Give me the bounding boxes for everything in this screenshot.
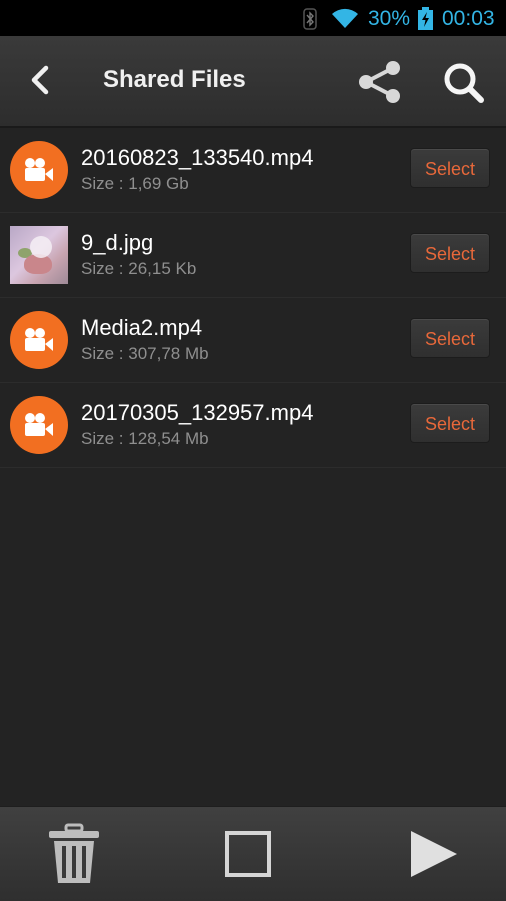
select-button[interactable]: Select [410, 233, 490, 273]
video-camera-icon [25, 413, 53, 436]
list-item[interactable]: 9_d.jpg Size : 26,15 Kb Select [0, 213, 506, 298]
list-item[interactable]: 20170305_132957.mp4 Size : 128,54 Mb Sel… [0, 383, 506, 468]
video-thumbnail [10, 311, 68, 369]
bluetooth-icon [303, 8, 317, 30]
page-title: Shared Files [103, 66, 246, 93]
search-icon [444, 63, 484, 103]
list-item[interactable]: 20160823_133540.mp4 Size : 1,69 Gb Selec… [0, 128, 506, 213]
search-button[interactable] [436, 54, 492, 110]
video-camera-icon [25, 328, 53, 351]
select-button[interactable]: Select [410, 148, 490, 188]
wifi-icon [332, 8, 358, 28]
clock: 00:03 [442, 7, 495, 30]
trash-icon [49, 823, 99, 883]
file-size: Size : 26,15 Kb [81, 259, 197, 278]
select-all-button[interactable] [215, 821, 281, 887]
play-button[interactable] [400, 821, 466, 887]
back-button[interactable] [20, 56, 60, 106]
file-name: Media2.mp4 [81, 315, 203, 340]
action-bar: Shared Files [0, 36, 506, 128]
select-button[interactable]: Select [410, 318, 490, 358]
share-icon [359, 61, 400, 103]
battery-percent: 30% [368, 7, 411, 30]
back-icon [31, 65, 49, 95]
checkbox-icon [225, 831, 271, 877]
play-icon [411, 831, 457, 877]
video-thumbnail [10, 141, 68, 199]
bottom-toolbar [0, 806, 506, 901]
share-button[interactable] [352, 54, 408, 110]
file-name: 9_d.jpg [81, 230, 154, 255]
file-name: 20170305_132957.mp4 [81, 400, 314, 425]
file-name: 20160823_133540.mp4 [81, 145, 314, 170]
delete-button[interactable] [41, 821, 107, 887]
file-size: Size : 128,54 Mb [81, 429, 209, 448]
file-size: Size : 1,69 Gb [81, 174, 189, 193]
image-thumbnail [10, 226, 68, 284]
select-button[interactable]: Select [410, 403, 490, 443]
status-bar: 30% 00:03 [0, 0, 506, 36]
list-item[interactable]: Media2.mp4 Size : 307,78 Mb Select [0, 298, 506, 383]
file-list: 20160823_133540.mp4 Size : 1,69 Gb Selec… [0, 128, 506, 468]
file-size: Size : 307,78 Mb [81, 344, 209, 363]
video-thumbnail [10, 396, 68, 454]
battery-charging-icon [418, 7, 433, 30]
video-camera-icon [25, 158, 53, 181]
